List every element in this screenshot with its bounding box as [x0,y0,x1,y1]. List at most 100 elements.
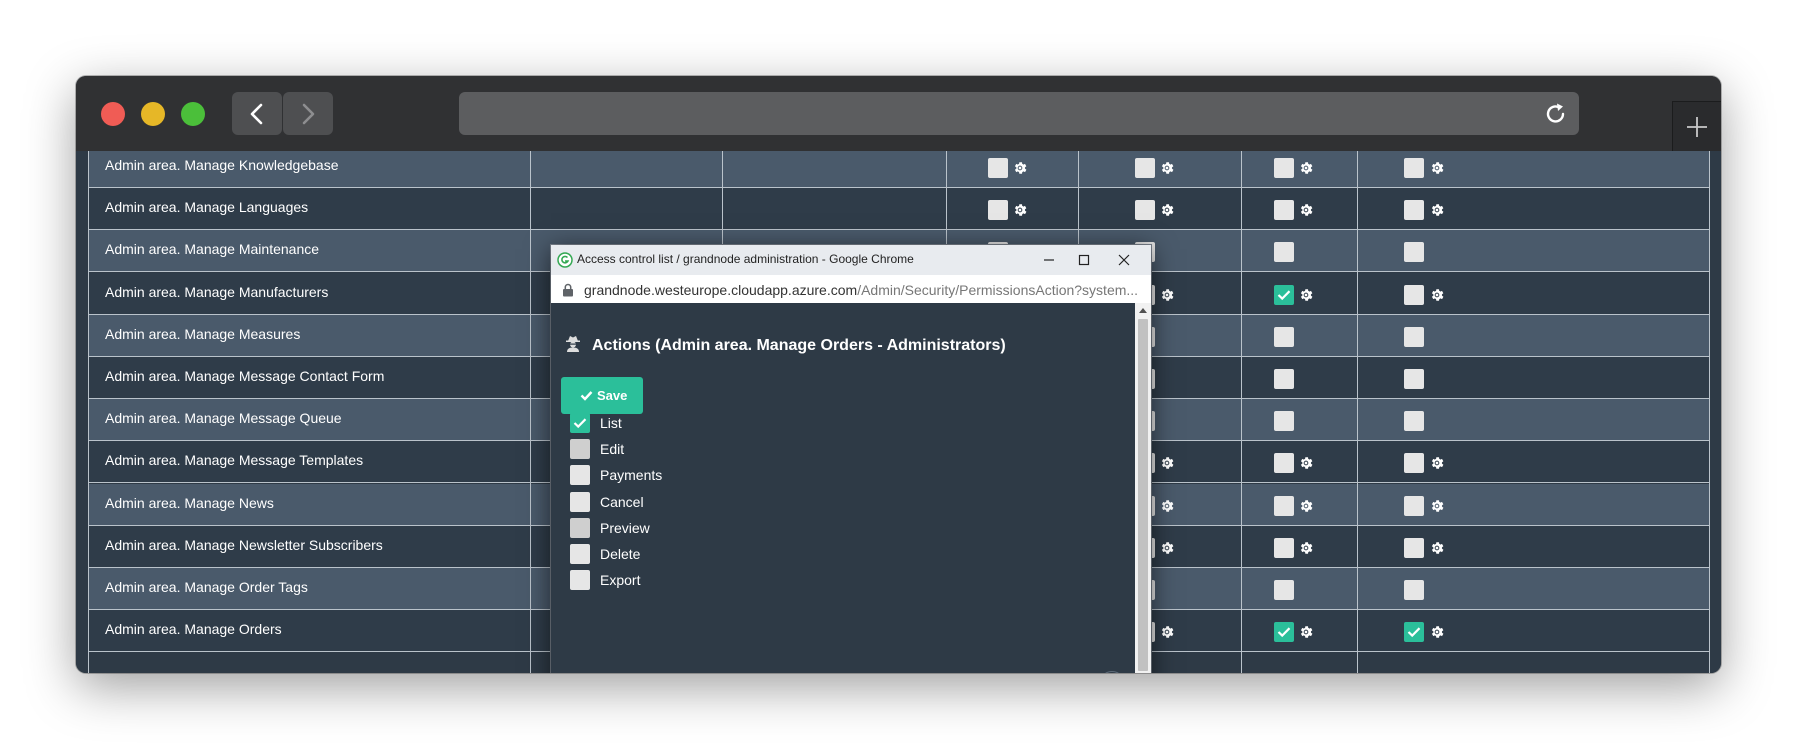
permission-checkbox[interactable] [988,200,1008,221]
minimize-window-button[interactable] [141,102,165,126]
minimize-icon[interactable] [1038,249,1060,271]
permission-checkbox[interactable] [1135,200,1155,221]
permission-checkbox[interactable] [1274,622,1294,643]
gear-icon[interactable] [1429,287,1445,303]
gear-icon[interactable] [1298,624,1314,640]
action-checkbox[interactable] [570,413,590,433]
permission-checkbox[interactable] [1404,622,1424,643]
gear-icon[interactable] [1298,498,1314,514]
permission-checkbox[interactable] [1404,580,1424,600]
permission-checkbox[interactable] [988,158,1008,178]
reload-icon[interactable] [1543,101,1569,127]
gear-icon[interactable] [1012,202,1028,218]
grandnode-logo-icon [557,252,573,268]
gear-icon[interactable] [1159,287,1175,303]
action-checkbox[interactable] [570,570,590,591]
permission-name: Admin area. Manage News [105,494,274,511]
popup-url-host: grandnode.westeurope.cloudapp.azure.com [584,282,858,298]
permission-name: Admin area. Manage Measures [105,325,301,342]
action-label: Payments [600,467,663,484]
action-label: Cancel [600,493,644,510]
scroll-up-arrow-icon[interactable] [1139,307,1147,313]
gear-icon[interactable] [1159,455,1175,471]
back-button[interactable] [232,92,282,135]
action-label: Edit [600,441,625,458]
permission-checkbox[interactable] [1404,242,1424,263]
gear-icon[interactable] [1429,455,1445,471]
gear-icon[interactable] [1429,160,1445,176]
action-checkbox[interactable] [570,465,590,486]
zoom-window-button[interactable] [181,102,205,126]
scroll-thumb[interactable] [1138,319,1148,671]
scroll-to-top-button[interactable] [1099,671,1125,673]
column-divider [1357,151,1358,673]
user-secret-icon [566,336,580,352]
permission-checkbox[interactable] [1404,326,1424,347]
permission-checkbox[interactable] [1404,453,1424,474]
close-window-button[interactable] [101,102,125,126]
permission-checkbox[interactable] [1274,158,1294,178]
gear-icon[interactable] [1429,498,1445,514]
permission-checkbox[interactable] [1274,495,1294,516]
action-checkbox[interactable] [570,439,590,460]
forward-button[interactable] [283,92,333,135]
action-label: Export [600,572,641,589]
permission-checkbox[interactable] [1274,326,1294,347]
gear-icon[interactable] [1429,202,1445,218]
access-control-popup: Access control list / grandnode administ… [551,245,1151,673]
action-checkbox[interactable] [570,544,590,564]
permission-checkbox[interactable] [1274,369,1294,389]
column-divider [1241,151,1242,673]
new-tab-button[interactable] [1672,101,1721,152]
permission-checkbox[interactable] [1404,369,1424,389]
table-row: Admin area. Manage Knowledgebase [88,151,1710,188]
permission-checkbox[interactable] [1404,411,1424,432]
permission-checkbox[interactable] [1135,158,1155,178]
permission-checkbox[interactable] [1404,495,1424,516]
column-divider [530,151,531,673]
gear-icon[interactable] [1298,540,1314,556]
gear-icon[interactable] [1298,455,1314,471]
gear-icon[interactable] [1159,202,1175,218]
save-button[interactable]: Save [561,377,643,414]
gear-icon[interactable] [1298,160,1314,176]
gear-icon[interactable] [1429,540,1445,556]
gear-icon[interactable] [1159,540,1175,556]
gear-icon[interactable] [1012,160,1028,176]
gear-icon[interactable] [1298,287,1314,303]
permission-checkbox[interactable] [1274,411,1294,432]
gear-icon[interactable] [1429,624,1445,640]
permission-checkbox[interactable] [1404,158,1424,178]
permission-checkbox[interactable] [1404,284,1424,305]
gear-icon[interactable] [1298,202,1314,218]
close-icon[interactable] [1113,249,1135,271]
permission-checkbox[interactable] [1274,200,1294,221]
gear-icon[interactable] [1159,160,1175,176]
permission-checkbox[interactable] [1404,200,1424,221]
action-checkbox[interactable] [570,517,590,538]
permission-checkbox[interactable] [1274,453,1294,474]
action-label: Preview [600,519,650,536]
action-label: Delete [600,546,641,562]
gear-icon[interactable] [1159,624,1175,640]
lock-icon [563,283,573,297]
new-tab-plus-icon [1687,117,1707,137]
gear-icon[interactable] [1159,498,1175,514]
browser-window: Admin area. Manage Knowledgebase Admin ar… [76,76,1721,673]
table-row: Admin area. Manage Languages [88,188,1710,231]
popup-url: grandnode.westeurope.cloudapp.azure.com/… [584,282,1138,298]
popup-address-bar[interactable]: grandnode.westeurope.cloudapp.azure.com/… [551,275,1151,304]
save-button-label: Save [597,388,628,403]
permission-name: Admin area. Manage Message Queue [105,410,342,427]
permission-checkbox[interactable] [1404,537,1424,558]
permission-checkbox[interactable] [1274,242,1294,263]
forward-arrow-icon [302,103,315,125]
address-bar[interactable] [459,92,1579,135]
permission-checkbox[interactable] [1274,580,1294,600]
maximize-icon[interactable] [1073,249,1095,271]
page-content: Admin area. Manage Knowledgebase Admin ar… [76,151,1721,673]
popup-scrollbar[interactable] [1135,303,1151,673]
permission-checkbox[interactable] [1274,284,1294,305]
permission-checkbox[interactable] [1274,537,1294,558]
action-checkbox[interactable] [570,491,590,512]
